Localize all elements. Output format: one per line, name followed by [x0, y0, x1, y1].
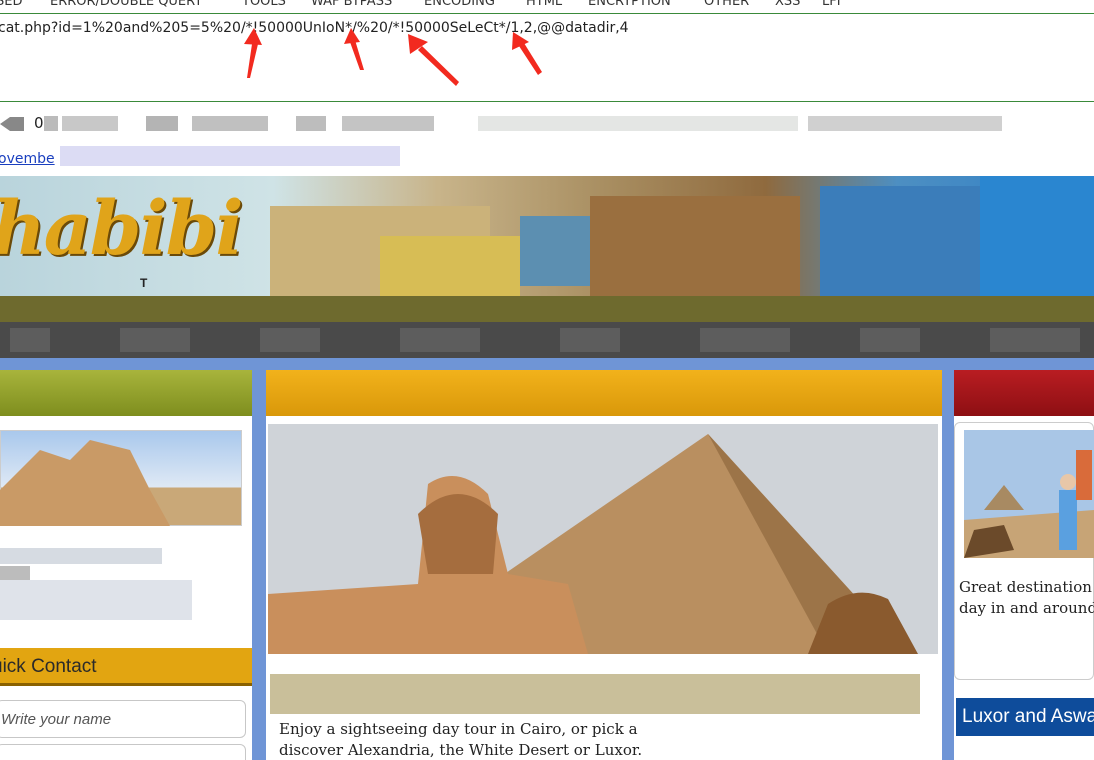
- quick-contact-title: uick Contact: [0, 656, 97, 677]
- menu-item[interactable]: LFI: [822, 0, 841, 9]
- blurred-text: [0, 548, 162, 564]
- blurred-text: [296, 116, 326, 131]
- menu-item[interactable]: OTHER: [704, 0, 749, 9]
- blurred-link: [60, 146, 400, 166]
- blurred-text: [342, 116, 434, 131]
- payload-textarea[interactable]: cat.php?id=1%20and%205=5%20/*!50000UnIoN…: [0, 14, 1094, 102]
- pyramid-sphinx-hero-image: [268, 424, 938, 654]
- blurred-text: [808, 116, 1002, 131]
- nav-link[interactable]: ovembe: [0, 151, 55, 167]
- main-description-line: discover Alexandria, the White Desert or…: [279, 741, 643, 759]
- destination-text-line: day in and around C: [959, 599, 1094, 617]
- menu-item[interactable]: SED: [0, 0, 22, 9]
- sphinx-thumbnail-art: [0, 440, 170, 526]
- back-arrow-icon[interactable]: [0, 117, 24, 131]
- blurred-text: [192, 116, 268, 131]
- main-description: Enjoy a sightseeing day tour in Cairo, o…: [279, 719, 899, 760]
- tool-menubar: SED ERROR/DOUBLE QUERY TOOLS WAF BYPASS …: [0, 0, 1094, 14]
- logo-subtext: T: [140, 276, 152, 290]
- right-sidebar-header: [954, 370, 1094, 416]
- blurred-text: [478, 116, 798, 131]
- luxor-aswan-title[interactable]: Luxor and Aswa: [962, 706, 1094, 728]
- destination-text-line: Great destination to: [959, 578, 1094, 596]
- email-field[interactable]: [0, 744, 246, 760]
- blurred-text: [62, 116, 118, 131]
- blurred-text: [146, 116, 178, 131]
- menu-item[interactable]: ENCRYPTION: [588, 0, 671, 9]
- blurred-text: [44, 116, 58, 131]
- menu-item[interactable]: WAF BYPASS: [311, 0, 392, 9]
- destination-text: Great destination to day in and around C: [959, 577, 1094, 619]
- site-logo[interactable]: habibi: [0, 186, 243, 272]
- menu-item[interactable]: HTML: [526, 0, 562, 9]
- main-column-header: [266, 370, 942, 416]
- menu-item[interactable]: XSS: [775, 0, 800, 9]
- left-sidebar-header: [0, 370, 252, 416]
- menu-item[interactable]: TOOLS: [242, 0, 286, 9]
- main-description-line: Enjoy a sightseeing day tour in Cairo, o…: [279, 720, 638, 738]
- main-subheader: [270, 674, 920, 714]
- blurred-text: [0, 580, 192, 620]
- payload-text: cat.php?id=1%20and%205=5%20/*!50000UnIoN…: [0, 20, 629, 36]
- nav-number: 0: [34, 114, 44, 132]
- name-field[interactable]: [0, 700, 246, 738]
- site-nav-strip: [0, 322, 1094, 358]
- pyramids-tourists-image[interactable]: [964, 430, 1094, 558]
- menu-item[interactable]: ERROR/DOUBLE QUERY: [50, 0, 202, 9]
- menu-item[interactable]: ENCODING: [424, 0, 495, 9]
